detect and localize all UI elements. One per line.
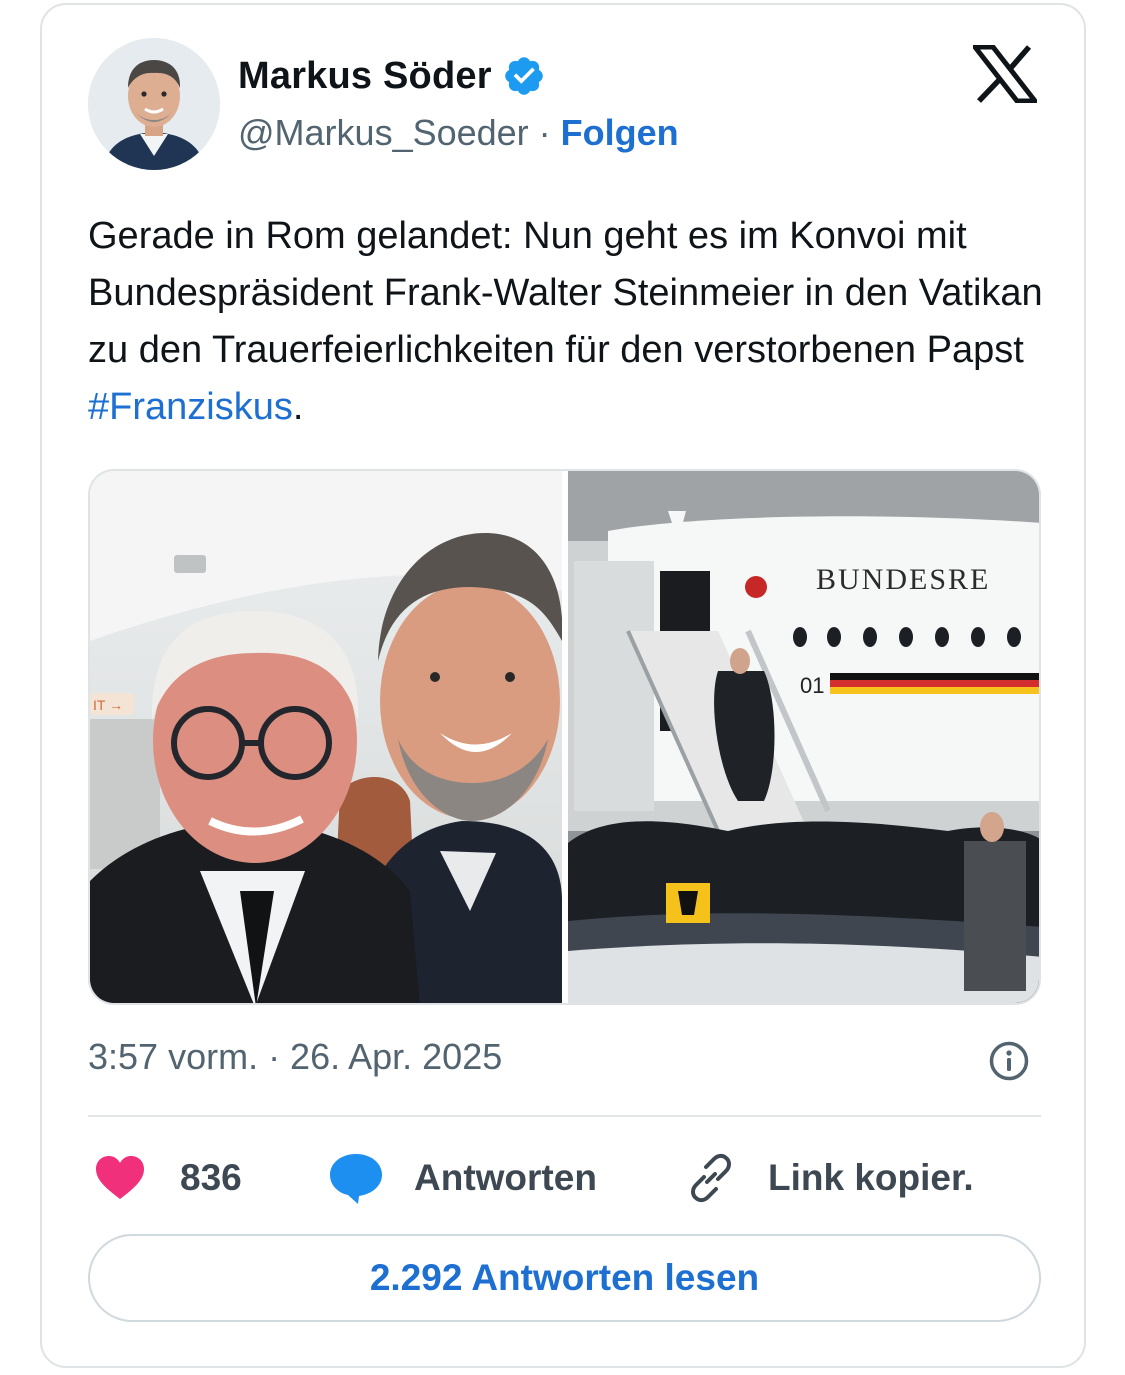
x-logo-icon[interactable] [973, 45, 1037, 103]
follow-button[interactable]: Folgen [561, 112, 679, 153]
author-name-row: Markus Söder [238, 52, 546, 100]
verified-badge-icon [504, 57, 543, 95]
selfie-photo[interactable]: IT → [90, 471, 562, 1005]
like-button[interactable]: 836 [94, 1148, 242, 1208]
reply-button[interactable]: Antworten [328, 1148, 597, 1208]
heart-icon [96, 1156, 144, 1199]
info-icon[interactable] [988, 1040, 1030, 1082]
action-bar: 836 Antworten Link kopier. [88, 1148, 1041, 1208]
svg-text:IT →: IT → [93, 697, 123, 713]
handle-separator: · [528, 112, 561, 153]
aircraft-number: 01 [800, 673, 824, 698]
speech-bubble-icon [330, 1154, 382, 1204]
aircraft-lettering: BUNDESRE [816, 563, 990, 596]
copy-link-label: Link kopier. [768, 1157, 974, 1198]
tweet-text-end: . [292, 386, 304, 428]
hashtag-link[interactable]: #Franziskus [88, 386, 293, 428]
link-icon [691, 1153, 731, 1203]
read-replies-button[interactable]: 2.292 Antworten lesen [88, 1234, 1041, 1322]
author-name[interactable]: Markus Söder [238, 55, 492, 98]
like-count: 836 [180, 1157, 242, 1198]
read-replies-label: 2.292 Antworten lesen [369, 1257, 760, 1298]
tweet-media: IT → BUNDESRE 01 [88, 469, 1041, 1005]
tweet-timestamp[interactable]: 3:57 vorm. · 26. Apr. 2025 [88, 1036, 502, 1078]
handle-row: @Markus_Soeder · Folgen [238, 112, 679, 154]
copy-link-button[interactable]: Link kopier. [684, 1148, 974, 1208]
aircraft-arrival-photo[interactable]: BUNDESRE 01 [568, 471, 1041, 1005]
tweet-text-main: Gerade in Rom gelandet: Nun geht es im K… [88, 215, 1043, 371]
author-avatar[interactable] [88, 38, 220, 170]
divider [88, 1115, 1041, 1117]
tweet-text: Gerade in Rom gelandet: Nun geht es im K… [88, 208, 1048, 436]
reply-label: Antworten [414, 1157, 597, 1198]
author-handle[interactable]: @Markus_Soeder [238, 112, 529, 153]
